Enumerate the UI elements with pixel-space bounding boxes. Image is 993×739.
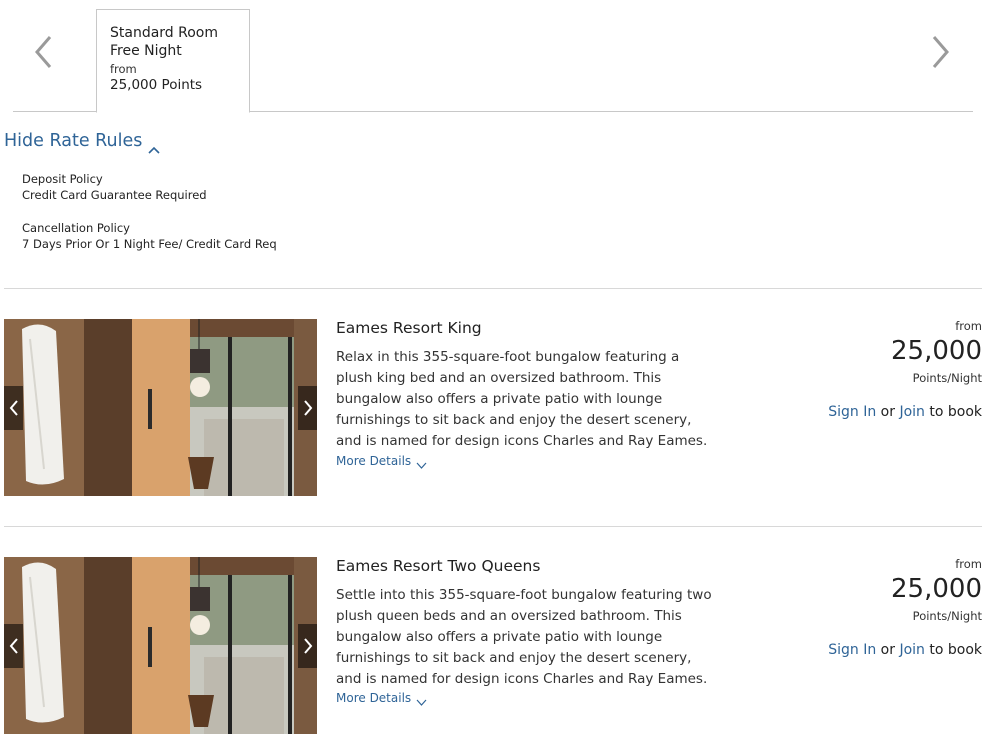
room-photo (4, 557, 317, 734)
join-link[interactable]: Join (899, 642, 924, 658)
to-book-text: to book (929, 404, 982, 420)
room-card: Eames Resort Two Queens Settle into this… (4, 557, 982, 739)
more-details-label: More Details (336, 454, 412, 468)
rate-tab-points: 25,000 Points (110, 77, 203, 93)
cancellation-policy: Cancellation Policy 7 Days Prior Or 1 Ni… (22, 220, 277, 252)
rate-tab-from-label: from (110, 62, 137, 76)
chevron-up-icon (148, 139, 160, 154)
rate-tab-title: Standard Room (110, 25, 219, 41)
photo-prev-button[interactable] (4, 624, 23, 668)
rate-tab-strip: Standard Room Free Night from 25,000 Poi… (13, 0, 973, 113)
to-book-text: to book (929, 642, 982, 658)
chevron-left-icon (9, 638, 18, 654)
sign-in-link[interactable]: Sign In (828, 642, 876, 658)
chevron-right-icon (303, 400, 312, 416)
price-from-label: from (955, 557, 982, 571)
price-unit: Points/Night (912, 371, 982, 385)
room-description: Settle into this 355-square-foot bungalo… (336, 587, 712, 687)
book-line: Sign In or Join to book (828, 642, 982, 658)
chevron-down-icon (416, 458, 427, 469)
more-details-label: More Details (336, 691, 412, 705)
deposit-policy-title: Deposit Policy (22, 172, 103, 186)
hide-rate-rules-toggle[interactable]: Hide Rate Rules (4, 131, 160, 154)
chevron-left-icon[interactable] (32, 34, 56, 70)
photo-next-button[interactable] (298, 386, 317, 430)
chevron-right-icon (303, 638, 312, 654)
join-link[interactable]: Join (899, 404, 924, 420)
room-name: Eames Resort King (336, 319, 482, 337)
room-name: Eames Resort Two Queens (336, 557, 541, 575)
photo-next-button[interactable] (298, 624, 317, 668)
divider (4, 288, 982, 289)
photo-prev-button[interactable] (4, 386, 23, 430)
or-text: or (880, 404, 895, 420)
rate-tab-standard-room[interactable]: Standard Room Free Night from 25,000 Poi… (96, 9, 250, 113)
price-unit: Points/Night (912, 609, 982, 623)
or-text: or (880, 642, 895, 658)
price-points: 25,000 (891, 574, 982, 604)
more-details-link[interactable]: More Details (336, 691, 427, 706)
cancellation-policy-title: Cancellation Policy (22, 221, 130, 235)
hide-rate-rules-label: Hide Rate Rules (4, 131, 143, 151)
rate-tab-subtitle: Free Night (110, 43, 182, 59)
price-points: 25,000 (891, 336, 982, 366)
sign-in-link[interactable]: Sign In (828, 404, 876, 420)
room-card: Eames Resort King Relax in this 355-squa… (4, 319, 982, 499)
deposit-policy-value: Credit Card Guarantee Required (22, 188, 207, 202)
room-photo (4, 319, 317, 496)
chevron-right-icon[interactable] (928, 34, 952, 70)
chevron-down-icon (416, 695, 427, 706)
cancellation-policy-value: 7 Days Prior Or 1 Night Fee/ Credit Card… (22, 237, 277, 251)
price-from-label: from (955, 319, 982, 333)
chevron-left-icon (9, 400, 18, 416)
deposit-policy: Deposit Policy Credit Card Guarantee Req… (22, 171, 207, 203)
book-line: Sign In or Join to book (828, 404, 982, 420)
divider (4, 526, 982, 527)
more-details-link[interactable]: More Details (336, 454, 427, 469)
room-description: Relax in this 355-square-foot bungalow f… (336, 349, 708, 449)
